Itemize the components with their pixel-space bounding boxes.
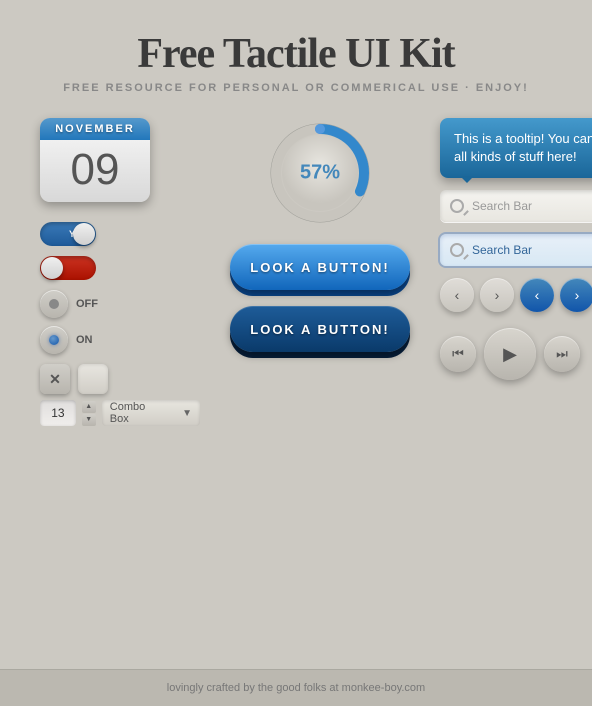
search-placeholder-1: Search Bar: [472, 199, 532, 213]
radio-on-label: ON: [76, 334, 93, 346]
toggle-no-track: NO: [40, 256, 96, 280]
rewind-button[interactable]: ⏮: [440, 336, 476, 372]
radio-off-label: OFF: [76, 298, 98, 310]
toggle-yes-knob: [73, 223, 95, 245]
spin-down[interactable]: ▼: [82, 414, 96, 426]
nav-prev-dark[interactable]: ‹: [520, 278, 554, 312]
radio-off-container: [40, 290, 68, 318]
number-row: 13 ▲ ▼ Combo Box ▼: [40, 400, 200, 426]
nav-prev-light[interactable]: ‹: [440, 278, 474, 312]
toggle-no-row: NO: [40, 256, 200, 280]
forward-icon: ⏭: [556, 346, 568, 362]
nav-arrows: ‹ › ‹ ›: [440, 278, 592, 312]
toggle-no[interactable]: NO: [40, 256, 96, 280]
tooltip-text: This is a tooltip! You can put all kinds…: [454, 131, 592, 164]
radio-on-row: ON: [40, 326, 200, 354]
play-icon: ▶: [503, 344, 517, 365]
nav-next-dark[interactable]: ›: [560, 278, 592, 312]
x-button[interactable]: ✕: [40, 364, 70, 394]
radio-on-dot: [49, 335, 59, 345]
rewind-icon: ⏮: [452, 346, 464, 362]
check-box[interactable]: [78, 364, 108, 394]
forward-button[interactable]: ⏭: [544, 336, 580, 372]
radio-on-container: [40, 326, 68, 354]
calendar-day: 09: [40, 148, 150, 192]
search-icon-1: [450, 199, 464, 213]
calendar-widget: NOVEMBER 09: [40, 118, 150, 202]
play-button[interactable]: ▶: [484, 328, 536, 380]
toggle-no-knob: [41, 257, 63, 279]
media-controls: ⏮ ▶ ⏭: [440, 328, 592, 380]
subtitle: FREE RESOURCE FOR PERSONAL OR COMMERICAL…: [40, 82, 552, 94]
search-placeholder-2: Search Bar: [472, 243, 532, 257]
tooltip-box: This is a tooltip! You can put all kinds…: [440, 118, 592, 178]
radio-on[interactable]: ON: [40, 326, 93, 354]
header: Free Tactile UI Kit FREE RESOURCE FOR PE…: [40, 30, 552, 94]
toggle-yes[interactable]: YES: [40, 222, 96, 246]
search-bar-1[interactable]: Search Bar: [440, 190, 592, 222]
radio-off-dot: [49, 299, 59, 309]
button-1[interactable]: LOOK A BUTTON!: [230, 244, 410, 290]
radio-off-row: OFF: [40, 290, 200, 318]
toggle-yes-track: YES: [40, 222, 96, 246]
radio-off[interactable]: OFF: [40, 290, 98, 318]
search-bar-2[interactable]: Search Bar: [440, 234, 592, 266]
combo-box-value: Combo Box: [110, 401, 162, 425]
spin-buttons: ▲ ▼: [82, 401, 96, 426]
column-3: This is a tooltip! You can put all kinds…: [440, 118, 592, 380]
button-2[interactable]: LOOK A BUTTON!: [230, 306, 410, 352]
ui-grid: NOVEMBER 09 YES NO: [40, 118, 552, 426]
column-1: NOVEMBER 09 YES NO: [40, 118, 200, 426]
page-title: Free Tactile UI Kit: [40, 30, 552, 78]
toggle-yes-row: YES: [40, 222, 200, 246]
calendar-body: 09: [40, 140, 150, 202]
button-1-label: LOOK A BUTTON!: [250, 260, 389, 275]
button-2-label: LOOK A BUTTON!: [250, 322, 389, 337]
search-icon-2: [450, 243, 464, 257]
progress-label: 57%: [300, 162, 340, 185]
spin-up[interactable]: ▲: [82, 401, 96, 413]
checkbox-row: ✕: [40, 364, 200, 394]
calendar-month: NOVEMBER: [40, 118, 150, 140]
nav-next-light[interactable]: ›: [480, 278, 514, 312]
combo-box[interactable]: Combo Box ▼: [102, 400, 200, 426]
number-input[interactable]: 13: [40, 400, 76, 426]
circular-progress: 57%: [265, 118, 375, 228]
footer-text: lovingly crafted by the good folks at mo…: [167, 682, 425, 694]
footer: lovingly crafted by the good folks at mo…: [0, 669, 592, 706]
column-2: 57% LOOK A BUTTON! LOOK A BUTTON!: [220, 118, 420, 352]
combo-box-arrow: ▼: [182, 408, 192, 419]
